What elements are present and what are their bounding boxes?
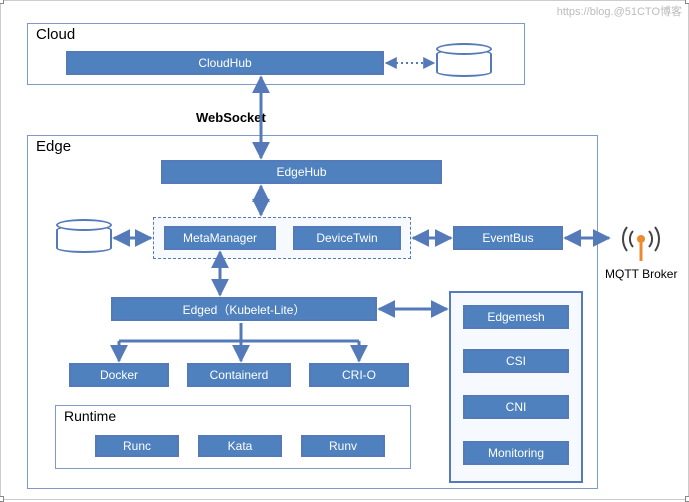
edgehub-node: EdgeHub [161, 160, 442, 184]
edgemesh-node: Edgemesh [463, 305, 569, 329]
csi-node: CSI [463, 349, 569, 373]
edgehub-label: EdgeHub [276, 165, 326, 179]
runc-node: Runc [95, 435, 179, 457]
cloudhub-label: CloudHub [198, 56, 251, 70]
runtime-title: Runtime [64, 408, 116, 424]
devicetwin-label: DeviceTwin [316, 231, 377, 245]
resize-handle[interactable] [0, 0, 4, 4]
monitoring-label: Monitoring [488, 446, 544, 460]
kata-node: Kata [198, 435, 282, 457]
edge-db-icon [56, 219, 112, 253]
crio-label: CRI-O [342, 368, 376, 382]
resize-handle[interactable] [0, 496, 4, 502]
monitoring-node: Monitoring [463, 441, 569, 465]
watermark: https://blog.@51CTO博客 [557, 3, 682, 19]
resize-handle[interactable] [685, 0, 689, 4]
runc-label: Runc [123, 439, 151, 453]
mqtt-label: MQTT Broker [605, 267, 677, 281]
runv-node: Runv [301, 435, 385, 457]
csi-label: CSI [506, 354, 526, 368]
containerd-label: Containerd [210, 368, 269, 382]
edged-node: Edged（Kubelet-Lite） [111, 297, 377, 321]
edge-title: Edge [36, 138, 71, 155]
websocket-label: WebSocket [196, 110, 266, 125]
eventbus-label: EventBus [482, 231, 533, 245]
docker-label: Docker [100, 368, 138, 382]
eventbus-node: EventBus [453, 226, 563, 250]
cni-label: CNI [506, 400, 527, 414]
edgemesh-label: Edgemesh [487, 310, 544, 324]
cloudhub-node: CloudHub [66, 51, 384, 75]
mqtt-broker-icon [611, 217, 671, 267]
resize-handle[interactable] [685, 496, 689, 502]
docker-node: Docker [69, 363, 169, 387]
metamanager-label: MetaManager [183, 231, 257, 245]
kata-label: Kata [228, 439, 253, 453]
edged-label: Edged（Kubelet-Lite） [183, 301, 306, 318]
metamanager-node: MetaManager [164, 226, 276, 250]
devicetwin-node: DeviceTwin [293, 226, 401, 250]
cloud-title: Cloud [36, 26, 75, 43]
cni-node: CNI [463, 395, 569, 419]
cloud-db-icon [436, 43, 492, 77]
containerd-node: Containerd [187, 363, 291, 387]
crio-node: CRI-O [309, 363, 409, 387]
runv-label: Runv [329, 439, 357, 453]
